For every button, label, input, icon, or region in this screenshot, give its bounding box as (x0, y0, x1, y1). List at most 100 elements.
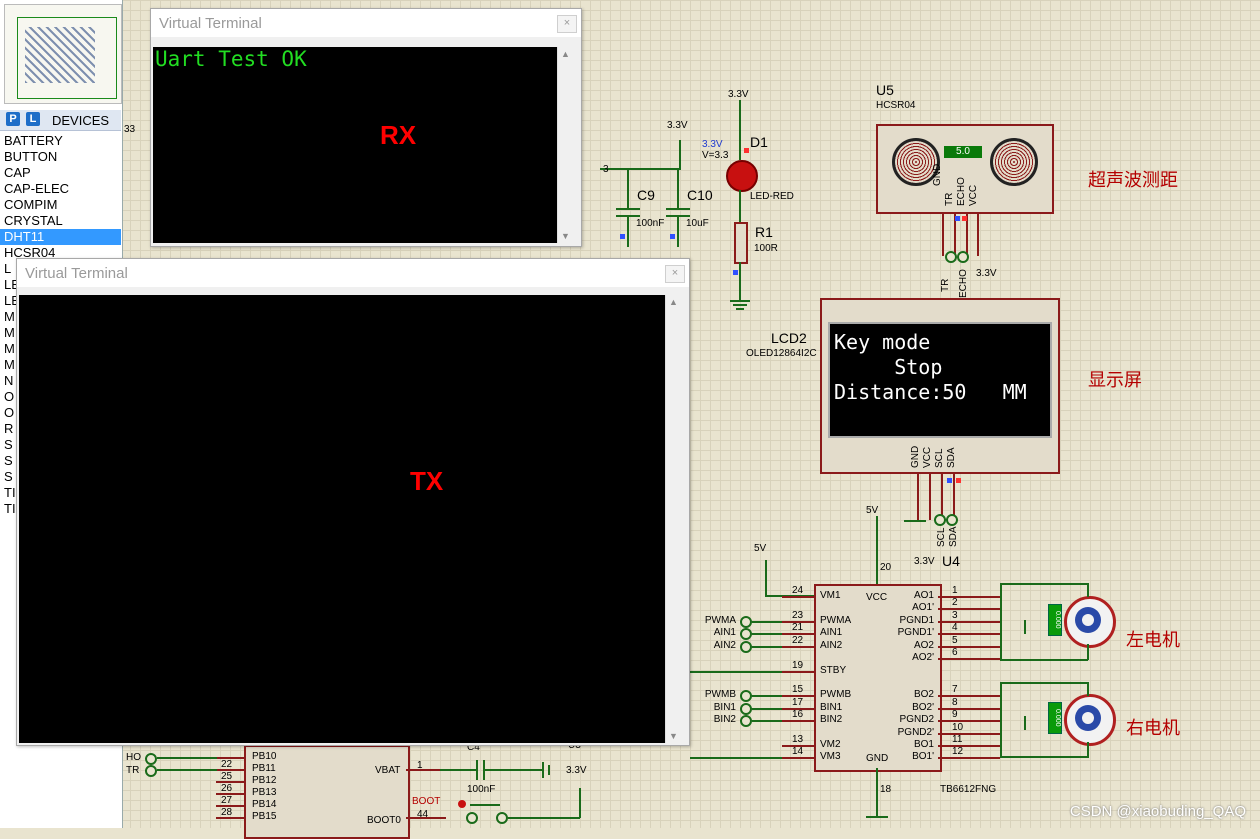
u4-left-pin-number: 17 (792, 697, 804, 708)
u4-left-pin-number: 21 (792, 622, 804, 633)
c9-ref: C9 (637, 187, 655, 203)
u4-left-pin-label: AIN1 (820, 627, 843, 638)
u4-right-pin-label: PGND1' (897, 627, 934, 638)
overview-viewport-frame[interactable] (17, 17, 117, 99)
left-motor-label-cn: 左电机 (1126, 630, 1180, 650)
d1-ref: D1 (750, 134, 768, 150)
u4-left-pin-number: 19 (792, 660, 804, 671)
net-label: BIN2 (713, 714, 736, 725)
net-label: BIN1 (713, 702, 736, 713)
fragment-label: 33 (124, 124, 136, 135)
lcd2-pin-vcc: VCC (922, 446, 933, 468)
right-motor-gauge: 0.000 (1048, 702, 1062, 734)
close-button[interactable]: × (557, 15, 577, 33)
c10-value: 10uF (686, 218, 709, 229)
probe-label: 3.3V (702, 139, 723, 150)
device-item[interactable]: BUTTON (0, 149, 121, 165)
c4-value: 100nF (467, 784, 496, 795)
vertical-scrollbar[interactable]: ▲ ▼ (557, 47, 578, 243)
mcu-pin-label: PB10 (252, 751, 277, 762)
oled-line-2: Stop (834, 355, 943, 379)
pick-devices-button[interactable]: P (6, 112, 20, 126)
net-label: PWMA (704, 615, 736, 626)
device-item[interactable]: BATTERY (0, 133, 121, 149)
device-item[interactable]: CAP (0, 165, 121, 181)
device-item[interactable]: DHT11 (0, 229, 121, 245)
oled-line-3: Distance:50 MM (834, 380, 1027, 404)
net-terminal[interactable] (740, 703, 752, 715)
u4-left-pin-label: BIN2 (820, 714, 843, 725)
net-terminal[interactable] (740, 715, 752, 727)
net-terminal[interactable] (740, 628, 752, 640)
terminal-screen[interactable]: Uart Test OK (153, 47, 557, 243)
right-motor[interactable] (1064, 694, 1116, 746)
u4-left-pin-label: VM1 (820, 590, 841, 601)
c9-value: 100nF (636, 218, 665, 229)
scroll-up-icon[interactable]: ▲ (561, 49, 570, 59)
lcd2-vcc-net: 3.3V (914, 556, 935, 567)
mcu-pin-vbat: VBAT (375, 765, 401, 776)
u4-vm-5v: 5V (754, 543, 767, 554)
net-ho: HO (126, 752, 141, 763)
u4-right-pin-label: BO1 (913, 739, 934, 750)
c10-ref: C10 (687, 187, 713, 203)
device-item[interactable]: CAP-ELEC (0, 181, 121, 197)
u4-left-pin-number: 15 (792, 684, 804, 695)
lcd2-net-scl: SCL (936, 527, 947, 547)
lcd2-pin-scl: SCL (934, 448, 945, 468)
terminal-screen[interactable] (19, 295, 665, 743)
u4-right-pin-label: AO1 (913, 590, 934, 601)
scroll-down-icon[interactable]: ▼ (669, 731, 678, 741)
u4-left-pin-label: BIN1 (820, 702, 843, 713)
u4-left-pin-label: VM3 (820, 751, 841, 762)
u4-ref: U4 (942, 553, 960, 569)
u4-left-pin-number: 22 (792, 635, 804, 646)
lcd2-pin-sda: SDA (946, 447, 957, 468)
u4-left-pin-number: 16 (792, 709, 804, 720)
vertical-scrollbar[interactable]: ▲ ▼ (665, 295, 688, 743)
u4-right-pin-number: 3 (952, 610, 958, 621)
virtual-terminal-tx[interactable]: Virtual Terminal × ▲ ▼ (16, 258, 690, 746)
u4-right-pin-number: 5 (952, 635, 958, 646)
resistor-r1[interactable] (734, 222, 748, 264)
net-terminal[interactable] (740, 641, 752, 653)
u4-right-pin-number: 6 (952, 647, 958, 658)
mcu-pin-label: PB14 (252, 799, 277, 810)
u5-pin-gnd: GND (932, 163, 943, 186)
net-terminal[interactable] (740, 616, 752, 628)
u4-right-pin-label: BO2' (912, 702, 934, 713)
led-d1[interactable] (726, 160, 758, 192)
u4-right-pin-number: 7 (952, 684, 958, 695)
mcu-pin-label: PB13 (252, 787, 277, 798)
u4-right-pin-label: BO1' (912, 751, 934, 762)
terminal-titlebar[interactable]: Virtual Terminal × (151, 9, 581, 37)
u4-right-pin-number: 11 (952, 734, 963, 745)
u4-pin-gnd: GND (866, 753, 889, 764)
close-button[interactable]: × (665, 265, 685, 283)
speaker-right-icon (990, 138, 1038, 186)
mcu-pin-boot0: BOOT0 (367, 815, 401, 826)
u5-ref: U5 (876, 82, 894, 98)
virtual-terminal-rx[interactable]: Virtual Terminal × Uart Test OK ▲ ▼ (150, 8, 582, 247)
boot-button-indicator (458, 800, 466, 808)
net-label: AIN1 (713, 627, 736, 638)
left-motor[interactable] (1064, 596, 1116, 648)
u4-left-pin-label: AIN2 (820, 640, 843, 651)
rx-overlay-label: RX (380, 120, 417, 150)
u4-type: TB6612FNG (940, 784, 997, 795)
u4-left-pin-number: 23 (792, 610, 804, 621)
scroll-up-icon[interactable]: ▲ (669, 297, 678, 307)
lcd2-ref: LCD2 (771, 330, 807, 346)
probe-reading: V=3.3 (702, 150, 729, 161)
u4-right-pin-number: 2 (952, 597, 958, 608)
devices-title: DEVICES (52, 113, 110, 128)
oled-line-1: Key mode (834, 330, 931, 354)
terminal-titlebar[interactable]: Virtual Terminal × (17, 259, 689, 287)
device-item[interactable]: COMPIM (0, 197, 121, 213)
scroll-down-icon[interactable]: ▼ (561, 231, 570, 241)
net-terminal[interactable] (740, 690, 752, 702)
overview-window[interactable] (4, 4, 122, 104)
library-manager-button[interactable]: L (26, 112, 40, 126)
u4-right-pin-label: PGND2' (897, 727, 934, 738)
device-item[interactable]: CRYSTAL (0, 213, 121, 229)
